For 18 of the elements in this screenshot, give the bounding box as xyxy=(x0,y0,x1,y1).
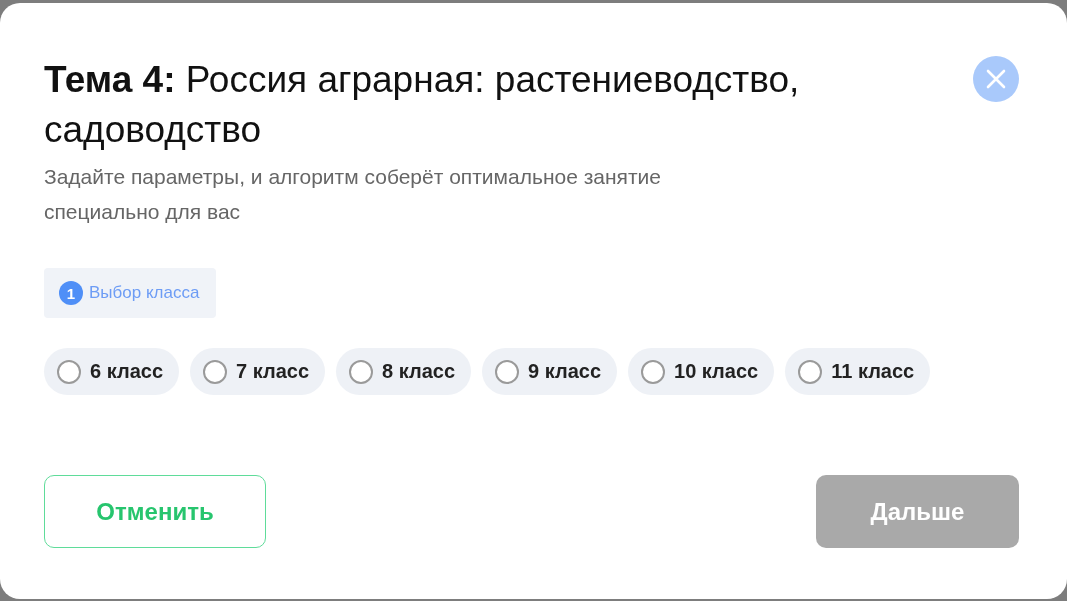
radio-button[interactable] xyxy=(57,359,81,384)
dialog-title: Тема 4: Россия аграрная: растениеводство, садоводство xyxy=(44,58,801,152)
grade-option[interactable]: 6 класс xyxy=(44,348,179,395)
radio-button[interactable] xyxy=(349,359,374,384)
step-label: Выбор класса xyxy=(89,283,200,303)
grade-option[interactable]: 8 класс xyxy=(336,348,472,395)
grade-option[interactable]: 10 класс xyxy=(628,348,775,395)
grade-option[interactable]: 11 класс xyxy=(785,348,931,395)
radio-button[interactable] xyxy=(203,359,227,384)
radio-button[interactable] xyxy=(641,359,666,384)
radio-button[interactable] xyxy=(798,359,823,384)
close-button[interactable] xyxy=(973,56,1019,102)
dialog-subtitle: Задайте параметры, и алгоритм соберёт оптимальное занятие специально для вас xyxy=(44,164,662,225)
grade-option[interactable]: 7 класс xyxy=(190,348,326,395)
step-number: 1 xyxy=(59,281,83,305)
close-icon xyxy=(986,69,1006,89)
radio-button[interactable] xyxy=(495,359,520,384)
grade-option[interactable]: 9 класс xyxy=(482,348,618,395)
